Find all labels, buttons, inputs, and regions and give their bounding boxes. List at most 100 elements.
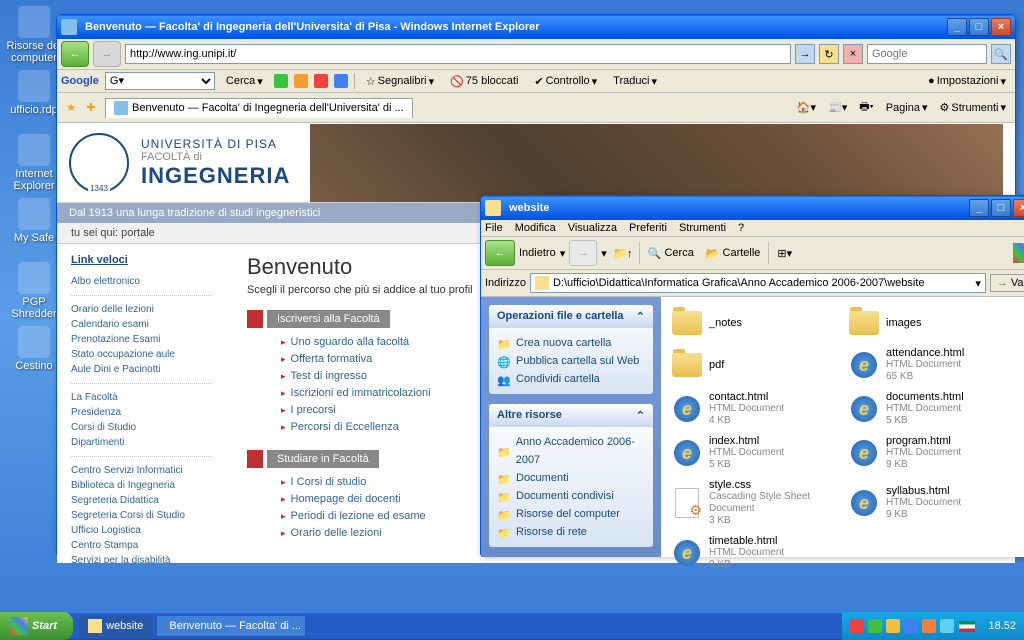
- menu-preferiti[interactable]: Preferiti: [629, 222, 667, 234]
- stop-button[interactable]: ×: [843, 44, 863, 64]
- search-button[interactable]: 🔍: [991, 44, 1011, 64]
- desktop-icon-my-safe[interactable]: My Safe: [4, 198, 64, 244]
- collapse-icon[interactable]: ⌃: [636, 310, 645, 323]
- collapse-icon[interactable]: ⌃: [636, 409, 645, 422]
- forward-button[interactable]: →: [93, 41, 121, 67]
- nav-link[interactable]: Ufficio Logistica: [71, 523, 213, 538]
- google-icon-2[interactable]: [294, 74, 308, 88]
- tasks-files-heading[interactable]: Operazioni file e cartella⌃: [489, 305, 653, 328]
- file-item[interactable]: econtact.htmlHTML Document4 KB: [669, 389, 834, 429]
- nav-link[interactable]: Centro Servizi Informatici: [71, 463, 213, 478]
- segnalibri-button[interactable]: ☆ Segnalibri▾: [361, 73, 439, 90]
- go-button[interactable]: →: [795, 44, 815, 64]
- favorites-star-icon[interactable]: ★: [61, 98, 81, 118]
- minimize-button[interactable]: _: [947, 18, 967, 36]
- task-link[interactable]: 📁Documenti: [497, 469, 645, 487]
- task-link[interactable]: 📁Documenti condivisi: [497, 487, 645, 505]
- task-link[interactable]: 📁Risorse del computer: [497, 505, 645, 523]
- google-icon-3[interactable]: [314, 74, 328, 88]
- file-item[interactable]: images: [846, 305, 1011, 341]
- print-icon[interactable]: 🖶▾: [854, 95, 878, 120]
- browser-tab[interactable]: Benvenuto — Facolta' di Ingegneria dell'…: [105, 98, 413, 118]
- exp-address-input[interactable]: D:\ufficio\Didattica\Informatica Grafica…: [530, 273, 986, 293]
- tray-icon[interactable]: [940, 619, 954, 633]
- tray-icon[interactable]: [922, 619, 936, 633]
- nav-link[interactable]: Corsi di Studio: [71, 420, 213, 435]
- taskbar-task[interactable]: Benvenuto — Facolta' di ...: [156, 615, 306, 637]
- exp-vai-button[interactable]: → Vai: [990, 274, 1024, 292]
- nav-link[interactable]: Segreteria Corsi di Studio: [71, 508, 213, 523]
- tasks-altre-heading[interactable]: Altre risorse⌃: [489, 404, 653, 427]
- feeds-icon[interactable]: 📰▾: [823, 95, 852, 120]
- traduci-button[interactable]: Traduci ▾: [608, 73, 662, 90]
- nav-link[interactable]: Albo elettronico: [71, 274, 213, 289]
- file-item[interactable]: esyllabus.htmlHTML Document9 KB: [846, 477, 1011, 529]
- file-item[interactable]: etimetable.htmlHTML Document9 KB: [669, 533, 834, 573]
- exp-views-button[interactable]: ⊞▾: [773, 245, 796, 262]
- file-item[interactable]: style.cssCascading Style Sheet Document3…: [669, 477, 834, 529]
- task-link[interactable]: 📁Crea nuova cartella: [497, 334, 645, 352]
- impostazioni-button[interactable]: ● Impostazioni▾: [923, 73, 1011, 90]
- exp-up-button[interactable]: 📁↑: [611, 241, 635, 265]
- maximize-button[interactable]: □: [969, 18, 989, 36]
- tray-icon[interactable]: [850, 619, 864, 633]
- exp-minimize-button[interactable]: _: [969, 199, 989, 217]
- back-button[interactable]: ←: [61, 41, 89, 67]
- menu-strumenti[interactable]: Strumenti: [679, 222, 726, 234]
- task-link[interactable]: 👥Condividi cartella: [497, 370, 645, 388]
- tray-icon[interactable]: [886, 619, 900, 633]
- explorer-file-list[interactable]: _notesimagespdfeattendance.htmlHTML Docu…: [661, 297, 1024, 557]
- tray-icon[interactable]: [904, 619, 918, 633]
- desktop-icon-pgp-shredder[interactable]: PGP Shredder: [4, 262, 64, 320]
- exp-close-button[interactable]: ×: [1013, 199, 1024, 217]
- google-icon-4[interactable]: [334, 74, 348, 88]
- refresh-button[interactable]: ↻: [819, 44, 839, 64]
- desktop-icon-ufficio.rdp[interactable]: ufficio.rdp: [4, 70, 64, 116]
- task-link[interactable]: 📁Anno Accademico 2006-2007: [497, 433, 645, 469]
- strumenti-menu[interactable]: ⚙ Strumenti ▾: [935, 95, 1011, 120]
- file-item[interactable]: _notes: [669, 305, 834, 341]
- add-favorites-icon[interactable]: ✚: [81, 98, 101, 118]
- exp-back-button[interactable]: ←: [485, 240, 515, 266]
- controllo-button[interactable]: ✔ Controllo ▾: [529, 73, 602, 90]
- system-tray[interactable]: 18.52: [842, 612, 1024, 640]
- tray-icon[interactable]: [868, 619, 882, 633]
- google-search-select[interactable]: G▾: [105, 72, 215, 90]
- file-item[interactable]: eprogram.htmlHTML Document9 KB: [846, 433, 1011, 473]
- nav-link[interactable]: Segreteria Didattica: [71, 493, 213, 508]
- taskbar-task[interactable]: website: [79, 615, 152, 637]
- language-flag-icon[interactable]: [959, 621, 975, 632]
- menu-?[interactable]: ?: [738, 222, 744, 234]
- nav-link[interactable]: Stato occupazione aule: [71, 347, 213, 362]
- nav-link[interactable]: Dipartimenti: [71, 435, 213, 450]
- desktop-icon-cestino[interactable]: Cestino: [4, 326, 64, 372]
- pagina-menu[interactable]: Pagina ▾: [881, 95, 933, 120]
- desktop-icon-risorse-del-computer[interactable]: Risorse del computer: [4, 6, 64, 64]
- nav-link[interactable]: Prenotazione Esami: [71, 332, 213, 347]
- task-link[interactable]: 🌐Pubblica cartella sul Web: [497, 352, 645, 370]
- desktop-icon-internet-explorer[interactable]: Internet Explorer: [4, 134, 64, 192]
- google-icon-1[interactable]: [274, 74, 288, 88]
- google-cerca-button[interactable]: Cerca ▾: [221, 73, 268, 90]
- address-input[interactable]: [125, 44, 791, 64]
- menu-file[interactable]: File: [485, 222, 503, 234]
- nav-link[interactable]: Calendario esami: [71, 317, 213, 332]
- clock[interactable]: 18.52: [988, 620, 1016, 632]
- file-item[interactable]: eattendance.htmlHTML Document65 KB: [846, 345, 1011, 385]
- nav-link[interactable]: La Facoltà: [71, 390, 213, 405]
- nav-link[interactable]: Biblioteca di Ingegneria: [71, 478, 213, 493]
- menu-modifica[interactable]: Modifica: [515, 222, 556, 234]
- exp-cartelle-button[interactable]: 📂 Cartelle: [702, 245, 765, 262]
- search-input[interactable]: [867, 44, 987, 64]
- home-icon[interactable]: 🏠▾: [792, 95, 821, 120]
- exp-maximize-button[interactable]: □: [991, 199, 1011, 217]
- start-button[interactable]: Start: [0, 612, 73, 640]
- exp-cerca-button[interactable]: 🔍 Cerca: [644, 245, 698, 262]
- file-item[interactable]: edocuments.htmlHTML Document5 KB: [846, 389, 1011, 429]
- ie-titlebar[interactable]: Benvenuto — Facolta' di Ingegneria dell'…: [57, 15, 1015, 39]
- nav-link[interactable]: Centro Stampa: [71, 538, 213, 553]
- nav-link[interactable]: Orario delle lezioni: [71, 302, 213, 317]
- close-button[interactable]: ×: [991, 18, 1011, 36]
- explorer-titlebar[interactable]: website _ □ ×: [481, 196, 1024, 220]
- exp-forward-button[interactable]: →: [569, 240, 597, 266]
